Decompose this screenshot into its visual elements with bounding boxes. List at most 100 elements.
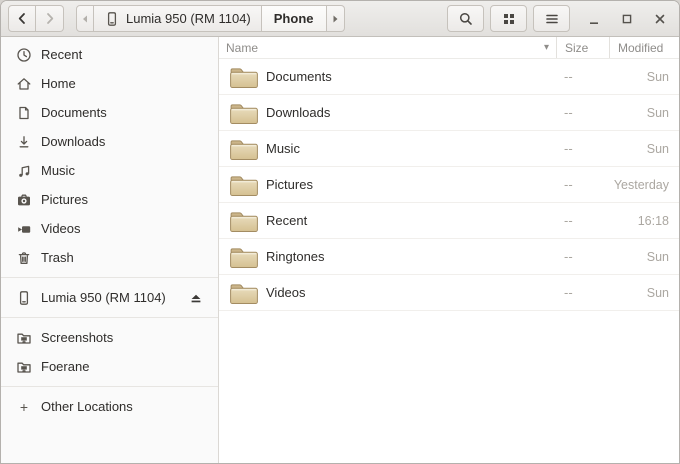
sidebar-item-label: Home bbox=[41, 76, 76, 91]
grid-view-icon bbox=[503, 13, 514, 24]
sidebar-item-label: Pictures bbox=[41, 192, 88, 207]
file-size: -- bbox=[564, 249, 573, 264]
file-modified: 16:18 bbox=[637, 213, 669, 228]
sidebar-item-device-lumia[interactable]: Lumia 950 (RM 1104) bbox=[1, 283, 218, 312]
eject-button[interactable] bbox=[186, 288, 206, 308]
search-button[interactable] bbox=[447, 5, 484, 32]
file-row-recent[interactable]: Recent -- 16:18 bbox=[219, 203, 679, 239]
sidebar-item-label: Downloads bbox=[41, 134, 106, 149]
remote-folder-icon bbox=[17, 333, 31, 344]
column-header-name[interactable]: Name ▾ bbox=[219, 37, 556, 58]
path-segment-device[interactable]: Lumia 950 (RM 1104) bbox=[94, 5, 262, 32]
window-controls bbox=[582, 7, 672, 31]
sort-descending-icon: ▾ bbox=[543, 42, 549, 53]
file-size: -- bbox=[564, 177, 573, 192]
file-modified: Sun bbox=[646, 141, 669, 156]
path-scroll-right-button[interactable] bbox=[326, 5, 345, 32]
column-name-label: Name bbox=[226, 40, 259, 55]
file-modified: Sun bbox=[646, 69, 669, 84]
history-nav bbox=[8, 5, 64, 32]
sidebar-item-videos[interactable]: Videos bbox=[1, 214, 218, 243]
folder-icon bbox=[229, 175, 259, 196]
minimize-icon bbox=[590, 21, 598, 24]
chevron-right-icon bbox=[47, 13, 54, 24]
file-modified: Sun bbox=[646, 249, 669, 264]
path-bar: Lumia 950 (RM 1104) Phone bbox=[76, 5, 345, 32]
sidebar-item-screenshots[interactable]: Screenshots bbox=[1, 323, 218, 352]
file-row-music[interactable]: Music -- Sun bbox=[219, 131, 679, 167]
column-modified-label: Modified bbox=[618, 40, 664, 55]
places-sidebar: Recent Home Documents Downloads Music Pi… bbox=[1, 37, 219, 463]
sidebar-separator bbox=[1, 277, 218, 278]
folder-icon bbox=[229, 211, 259, 232]
file-list-pane: Name ▾ Size Modified Documents -- Sun Do… bbox=[219, 37, 679, 463]
phone-icon bbox=[107, 11, 117, 26]
sidebar-item-label: Music bbox=[41, 163, 75, 178]
sidebar-item-label: Trash bbox=[41, 250, 74, 265]
folder-icon bbox=[229, 139, 259, 160]
sidebar-item-recent[interactable]: Recent bbox=[1, 40, 218, 69]
minimize-button[interactable] bbox=[582, 7, 606, 31]
menu-button[interactable] bbox=[533, 5, 570, 32]
grid-view-button[interactable] bbox=[490, 5, 527, 32]
chevron-left-icon bbox=[18, 13, 25, 24]
file-size: -- bbox=[564, 69, 573, 84]
folder-icon bbox=[229, 103, 259, 124]
sidebar-item-downloads[interactable]: Downloads bbox=[1, 127, 218, 156]
file-size: -- bbox=[564, 213, 573, 228]
file-name: Ringtones bbox=[266, 249, 325, 264]
phone-icon bbox=[19, 290, 29, 305]
arrow-left-icon bbox=[83, 15, 87, 22]
maximize-icon bbox=[622, 14, 632, 23]
sidebar-item-documents[interactable]: Documents bbox=[1, 98, 218, 127]
file-name: Videos bbox=[266, 285, 306, 300]
file-modified: Sun bbox=[646, 105, 669, 120]
sidebar-item-label: Other Locations bbox=[41, 399, 133, 414]
file-size: -- bbox=[564, 141, 573, 156]
camera-icon bbox=[18, 194, 30, 205]
sidebar-item-label: Videos bbox=[41, 221, 81, 236]
arrow-right-icon bbox=[333, 15, 338, 22]
file-name: Pictures bbox=[266, 177, 313, 192]
file-row-videos[interactable]: Videos -- Sun bbox=[219, 275, 679, 311]
sidebar-separator bbox=[1, 386, 218, 387]
sidebar-bookmark-label: Screenshots bbox=[41, 330, 114, 345]
file-name: Downloads bbox=[266, 105, 331, 120]
maximize-button[interactable] bbox=[615, 7, 639, 31]
file-modified: Sun bbox=[646, 285, 669, 300]
forward-button[interactable] bbox=[36, 5, 64, 32]
file-row-ringtones[interactable]: Ringtones -- Sun bbox=[219, 239, 679, 275]
sidebar-item-home[interactable]: Home bbox=[1, 69, 218, 98]
column-header-modified[interactable]: Modified bbox=[609, 37, 679, 58]
column-headers: Name ▾ Size Modified bbox=[219, 37, 679, 59]
column-header-size[interactable]: Size bbox=[556, 37, 609, 58]
close-button[interactable] bbox=[648, 7, 672, 31]
close-icon bbox=[655, 14, 665, 23]
remote-folder-icon bbox=[17, 362, 31, 373]
sidebar-item-label: Recent bbox=[41, 47, 83, 62]
file-row-pictures[interactable]: Pictures -- Yesterday bbox=[219, 167, 679, 203]
path-current-label: Phone bbox=[273, 11, 314, 26]
window-body: Recent Home Documents Downloads Music Pi… bbox=[1, 37, 679, 463]
sidebar-separator bbox=[1, 317, 218, 318]
file-row-documents[interactable]: Documents -- Sun bbox=[219, 59, 679, 95]
file-row-downloads[interactable]: Downloads -- Sun bbox=[219, 95, 679, 131]
file-size: -- bbox=[564, 105, 573, 120]
path-scroll-left-button[interactable] bbox=[76, 5, 94, 32]
clock-icon bbox=[17, 47, 31, 62]
plus-icon: + bbox=[19, 398, 29, 415]
sidebar-item-music[interactable]: Music bbox=[1, 156, 218, 185]
sidebar-item-foerane[interactable]: Foerane bbox=[1, 352, 218, 381]
sidebar-item-trash[interactable]: Trash bbox=[1, 243, 218, 272]
document-icon bbox=[19, 106, 29, 119]
folder-icon bbox=[229, 67, 259, 88]
back-button[interactable] bbox=[8, 5, 36, 32]
search-icon bbox=[459, 12, 472, 25]
eject-icon bbox=[191, 294, 201, 302]
sidebar-bookmark-label: Foerane bbox=[41, 359, 90, 374]
sidebar-item-other-locations[interactable]: + Other Locations bbox=[1, 392, 218, 421]
file-size: -- bbox=[564, 285, 573, 300]
file-modified: Yesterday bbox=[613, 177, 669, 192]
sidebar-item-pictures[interactable]: Pictures bbox=[1, 185, 218, 214]
path-segment-current[interactable]: Phone bbox=[261, 5, 327, 32]
